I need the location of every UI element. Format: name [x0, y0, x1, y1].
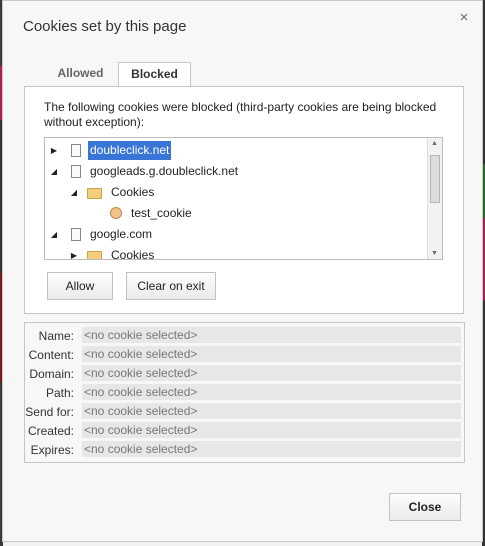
detail-label: Send for:: [25, 405, 74, 419]
file-icon: [71, 144, 81, 157]
blocked-description: The following cookies were blocked (thir…: [44, 100, 437, 129]
detail-value: <no cookie selected>: [82, 441, 461, 457]
detail-label: Expires:: [30, 443, 74, 457]
detail-label: Domain:: [29, 367, 74, 381]
tree-node-googleads[interactable]: ◢ googleads.g.doubleclick.net: [45, 161, 425, 182]
collapse-arrow-icon[interactable]: ◢: [49, 224, 59, 245]
cookies-dialog: Cookies set by this page × Allowed Block…: [2, 0, 483, 542]
tab-blocked[interactable]: Blocked: [118, 62, 191, 87]
detail-value: <no cookie selected>: [82, 365, 461, 381]
blocked-panel: The following cookies were blocked (thir…: [24, 86, 464, 314]
scroll-up-icon[interactable]: ▲: [431, 140, 438, 147]
tree-label: test_cookie: [131, 206, 192, 220]
tree-label: Cookies: [111, 248, 155, 260]
tree-node-cookies-folder[interactable]: ◢ Cookies: [45, 182, 425, 203]
tree-node-google[interactable]: ◢ google.com: [45, 224, 425, 245]
scroll-down-icon[interactable]: ▼: [431, 250, 438, 257]
cookie-details: Name: <no cookie selected> Content: <no …: [24, 322, 465, 463]
tree-node-cookies-folder-2[interactable]: ▶ Cookies: [45, 245, 425, 260]
expand-arrow-icon[interactable]: ▶: [69, 245, 79, 259]
dialog-title: Cookies set by this page: [23, 18, 187, 35]
tree-node-test-cookie[interactable]: test_cookie: [45, 203, 425, 224]
detail-row-name: Name: <no cookie selected>: [25, 327, 464, 346]
expand-arrow-icon[interactable]: ▶: [49, 140, 59, 161]
clear-on-exit-button[interactable]: Clear on exit: [126, 272, 216, 300]
close-icon[interactable]: ×: [456, 10, 472, 26]
scroll-thumb[interactable]: [430, 155, 440, 203]
detail-label: Name:: [38, 329, 74, 343]
collapse-arrow-icon[interactable]: ◢: [69, 182, 79, 203]
detail-row-created: Created: <no cookie selected>: [25, 422, 464, 441]
cookie-icon: [110, 207, 122, 219]
tree-scrollbar[interactable]: ▲ ▼: [427, 138, 442, 259]
folder-icon: [87, 251, 102, 259]
detail-label: Path:: [45, 386, 74, 400]
tree-node-doubleclick[interactable]: ▶ doubleclick.net: [45, 140, 425, 161]
detail-value: <no cookie selected>: [82, 403, 461, 419]
tree-label: Cookies: [111, 185, 155, 199]
close-button[interactable]: Close: [389, 493, 461, 521]
tree-label: googleads.g.doubleclick.net: [90, 164, 239, 178]
folder-icon: [87, 188, 102, 199]
file-icon: [71, 228, 81, 241]
allow-button[interactable]: Allow: [47, 272, 113, 300]
detail-row-content: Content: <no cookie selected>: [25, 346, 464, 365]
tree-label: google.com: [90, 227, 153, 241]
detail-row-domain: Domain: <no cookie selected>: [25, 365, 464, 384]
tab-allowed[interactable]: Allowed: [43, 62, 118, 85]
detail-row-send-for: Send for: <no cookie selected>: [25, 403, 464, 422]
detail-value: <no cookie selected>: [82, 327, 461, 343]
detail-value: <no cookie selected>: [82, 384, 461, 400]
collapse-arrow-icon[interactable]: ◢: [49, 161, 59, 182]
cookie-tree[interactable]: ▶ doubleclick.net ◢ googleads.g.doublecl…: [44, 137, 443, 260]
file-icon: [71, 165, 81, 178]
detail-row-expires: Expires: <no cookie selected>: [25, 441, 464, 460]
tree-label: doubleclick.net: [88, 141, 172, 160]
detail-value: <no cookie selected>: [82, 422, 461, 438]
detail-value: <no cookie selected>: [82, 346, 461, 362]
detail-label: Content:: [28, 348, 74, 362]
detail-row-path: Path: <no cookie selected>: [25, 384, 464, 403]
detail-label: Created:: [27, 424, 74, 438]
